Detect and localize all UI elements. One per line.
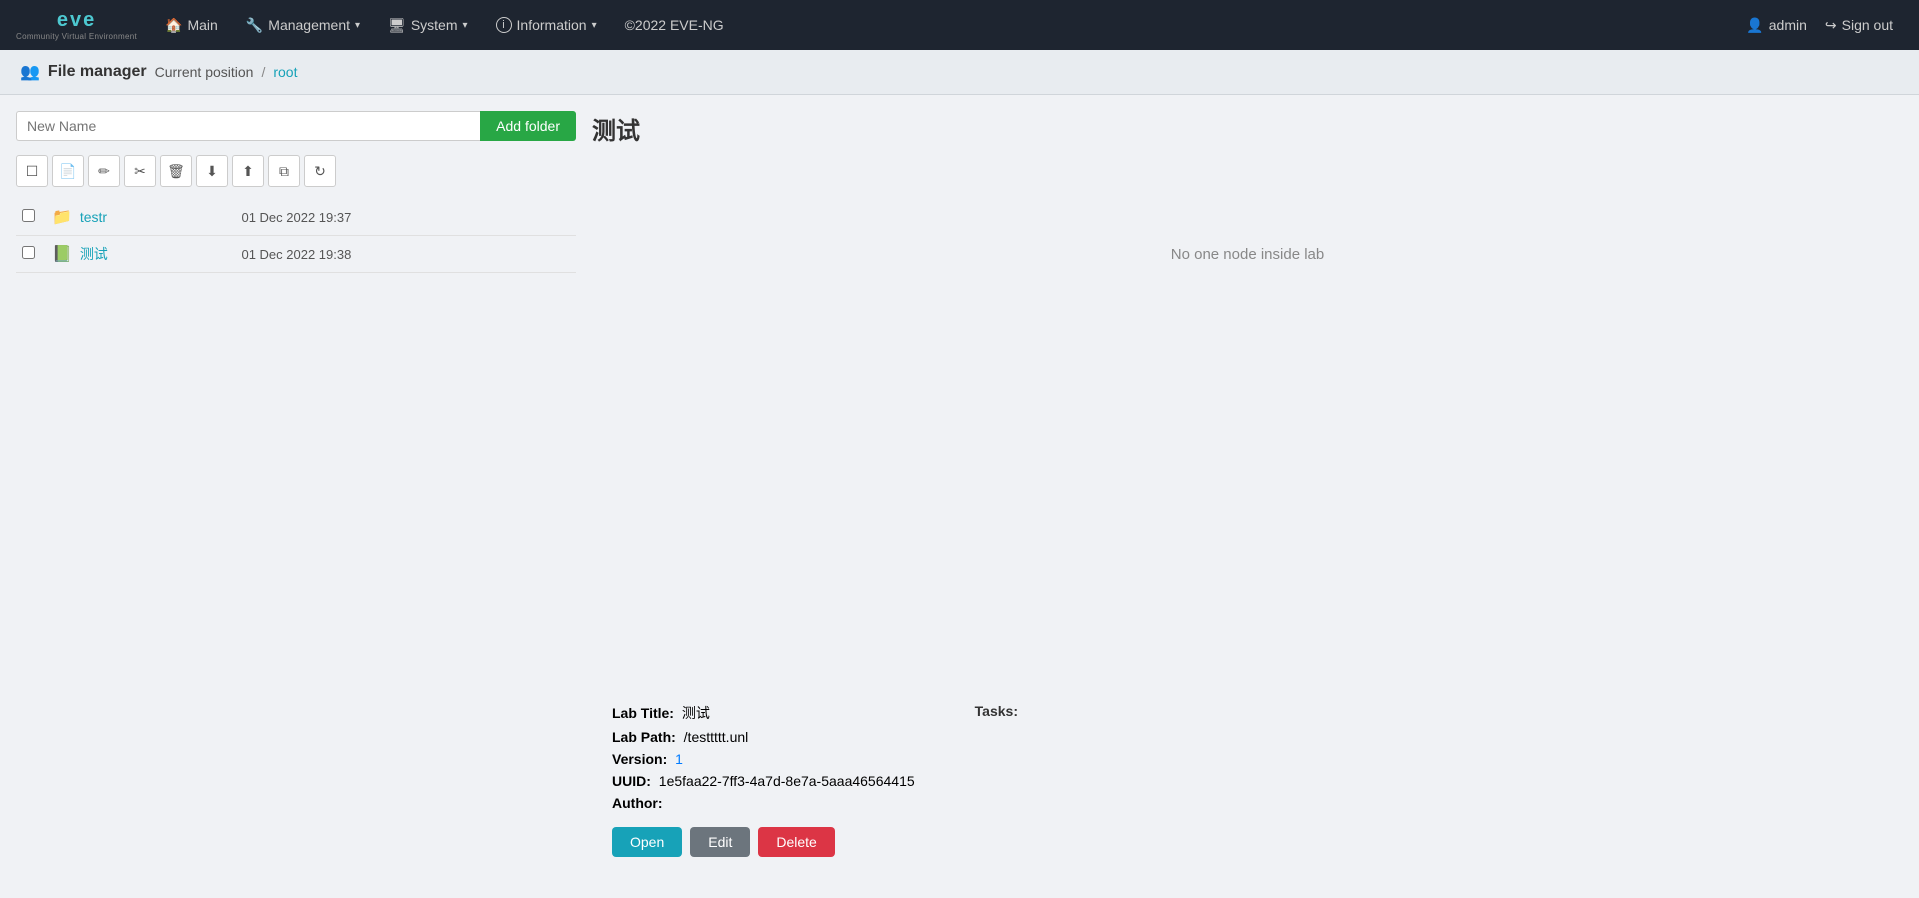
add-folder-button[interactable]: Add folder bbox=[480, 111, 576, 141]
lab-info-inner: Lab Title: 测试 Lab Path: /testtttt.unl Ve… bbox=[612, 703, 1883, 857]
main-content: Add folder ☐ 📄 ✏ ✂ 🗑 ⬇ ⬆ ⧉ ↻ bbox=[0, 95, 1919, 893]
table-row: 📗 测试 01 Dec 2022 19:38 bbox=[16, 236, 576, 273]
navbar-right: 👤 admin ↪ Sign out bbox=[1746, 17, 1903, 34]
breadcrumb-current-label: Current position bbox=[155, 64, 254, 80]
delete-lab-button[interactable]: Delete bbox=[758, 827, 834, 857]
lab-title-value: 测试 bbox=[682, 705, 710, 721]
upload-button[interactable]: ⬆ bbox=[232, 155, 264, 187]
row-checkbox-col bbox=[16, 236, 46, 273]
wrench-icon: 🔧 bbox=[246, 17, 263, 34]
lab-version-label: Version: bbox=[612, 751, 667, 767]
file-name-link[interactable]: testr bbox=[80, 209, 107, 225]
row-name-col[interactable]: 📁 testr bbox=[46, 199, 235, 236]
nav-item-information[interactable]: i Information ▾ bbox=[484, 0, 609, 50]
lab-actions: Open Edit Delete bbox=[612, 827, 915, 857]
lab-title-label: Lab Title: bbox=[612, 705, 674, 721]
row-checkbox-col bbox=[16, 199, 46, 236]
row-date-col: 01 Dec 2022 19:37 bbox=[235, 199, 576, 236]
display-icon: 🖥 bbox=[388, 17, 406, 34]
file-list: 📁 testr 01 Dec 2022 19:37 📗 测试 01 Dec 20… bbox=[16, 199, 576, 273]
edit-button[interactable]: ✏ bbox=[88, 155, 120, 187]
row-date-col: 01 Dec 2022 19:38 bbox=[235, 236, 576, 273]
refresh-button[interactable]: ↻ bbox=[304, 155, 336, 187]
lab-uuid-label: UUID: bbox=[612, 773, 651, 789]
dropdown-arrow-system: ▾ bbox=[463, 20, 468, 31]
copyright: ©2022 EVE-NG bbox=[613, 17, 736, 33]
lab-version-value: 1 bbox=[675, 751, 683, 767]
file-manager-title: File manager bbox=[48, 63, 147, 81]
row-checkbox[interactable] bbox=[22, 209, 35, 222]
navbar: eve Community Virtual Environment 🏠 Main… bbox=[0, 0, 1919, 50]
lab-details: Lab Title: 测试 Lab Path: /testtttt.unl Ve… bbox=[612, 703, 915, 857]
signout-button[interactable]: ↪ Sign out bbox=[1815, 17, 1903, 34]
signout-icon: ↪ bbox=[1825, 17, 1837, 34]
row-name-col[interactable]: 📗 测试 bbox=[46, 236, 235, 273]
download-button[interactable]: ⬇ bbox=[196, 155, 228, 187]
left-panel: Add folder ☐ 📄 ✏ ✂ 🗑 ⬇ ⬆ ⧉ ↻ bbox=[16, 111, 576, 877]
lab-icon: 📗 bbox=[52, 246, 72, 263]
right-panel: 测试 No one node inside lab Lab Title: 测试 … bbox=[592, 111, 1903, 877]
row-checkbox[interactable] bbox=[22, 246, 35, 259]
lab-title-display: 测试 bbox=[592, 111, 1903, 146]
lab-path-row: Lab Path: /testtttt.unl bbox=[612, 729, 915, 745]
brand-title: eve bbox=[57, 9, 96, 32]
user-icon: 👤 bbox=[1746, 17, 1763, 34]
nav-item-main[interactable]: 🏠 Main bbox=[153, 0, 230, 50]
no-node-message: No one node inside lab bbox=[592, 246, 1903, 703]
lab-uuid-value: 1e5faa22-7ff3-4a7d-8e7a-5aaa46564415 bbox=[659, 773, 915, 789]
file-toolbar: ☐ 📄 ✏ ✂ 🗑 ⬇ ⬆ ⧉ ↻ bbox=[16, 151, 576, 191]
home-icon: 🏠 bbox=[165, 17, 182, 34]
add-folder-row: Add folder bbox=[16, 111, 576, 141]
lab-author-label: Author: bbox=[612, 795, 663, 811]
copy-button[interactable]: ⧉ bbox=[268, 155, 300, 187]
lab-info-section: Lab Title: 测试 Lab Path: /testtttt.unl Ve… bbox=[592, 703, 1903, 877]
info-icon: i bbox=[496, 17, 512, 33]
table-row: 📁 testr 01 Dec 2022 19:37 bbox=[16, 199, 576, 236]
tasks-section: Tasks: bbox=[975, 703, 1018, 857]
brand-subtitle: Community Virtual Environment bbox=[16, 32, 137, 41]
breadcrumb-separator: / bbox=[261, 64, 265, 80]
delete-button[interactable]: 🗑 bbox=[160, 155, 192, 187]
new-name-input[interactable] bbox=[16, 111, 480, 141]
tasks-label: Tasks: bbox=[975, 703, 1018, 719]
breadcrumb-root-link[interactable]: root bbox=[273, 64, 297, 80]
brand-logo: eve Community Virtual Environment bbox=[16, 9, 137, 41]
nav-item-management[interactable]: 🔧 Management ▾ bbox=[234, 0, 372, 50]
lab-path-value: /testtttt.unl bbox=[684, 729, 749, 745]
breadcrumb-bar: 👥 File manager Current position / root bbox=[0, 50, 1919, 95]
dropdown-arrow-info: ▾ bbox=[592, 20, 597, 31]
lab-uuid-row: UUID: 1e5faa22-7ff3-4a7d-8e7a-5aaa465644… bbox=[612, 773, 915, 789]
lab-version-row: Version: 1 bbox=[612, 751, 915, 767]
folder-icon: 📁 bbox=[52, 209, 72, 226]
lab-author-row: Author: bbox=[612, 795, 915, 811]
new-file-button[interactable]: 📄 bbox=[52, 155, 84, 187]
admin-user[interactable]: 👤 admin bbox=[1746, 17, 1807, 34]
file-manager-icon: 👥 bbox=[20, 62, 40, 82]
edit-lab-button[interactable]: Edit bbox=[690, 827, 750, 857]
nav-item-system[interactable]: 🖥 System ▾ bbox=[376, 0, 480, 50]
cut-button[interactable]: ✂ bbox=[124, 155, 156, 187]
select-all-button[interactable]: ☐ bbox=[16, 155, 48, 187]
lab-title-row: Lab Title: 测试 bbox=[612, 703, 915, 723]
dropdown-arrow-management: ▾ bbox=[355, 20, 360, 31]
lab-path-label: Lab Path: bbox=[612, 729, 676, 745]
open-button[interactable]: Open bbox=[612, 827, 682, 857]
lab-name-link[interactable]: 测试 bbox=[80, 246, 108, 262]
